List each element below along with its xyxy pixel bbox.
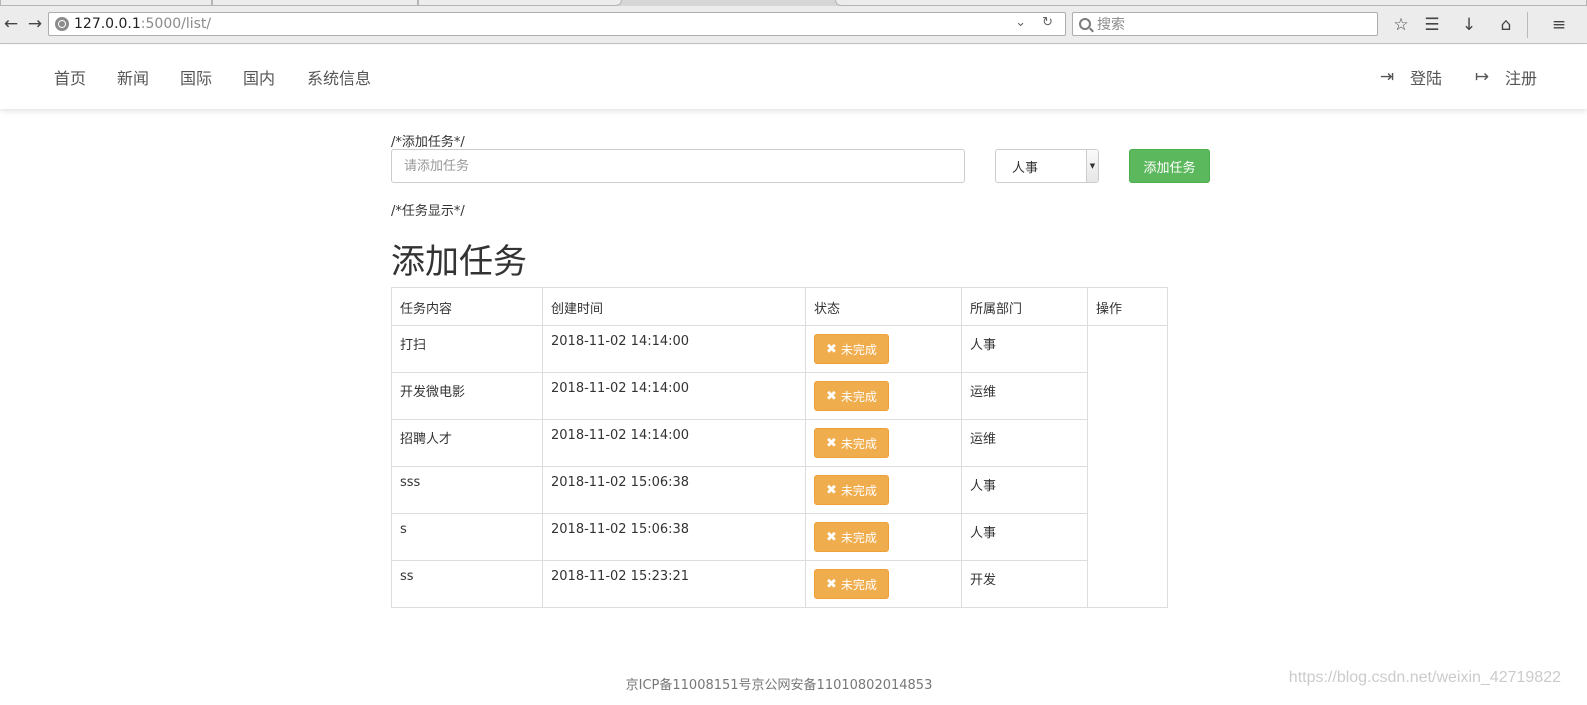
task-content: ss: [391, 560, 543, 608]
reload-icon[interactable]: ⌄ ↻: [1015, 15, 1059, 30]
department-selected-value: 人事: [1012, 160, 1039, 176]
url-path: :5000/list/: [140, 16, 212, 32]
back-arrow-icon[interactable]: ←: [0, 12, 22, 36]
task-department: 人事: [961, 466, 1088, 514]
login-link[interactable]: ⇥ 登陆: [1378, 65, 1442, 89]
forward-arrow-icon[interactable]: →: [24, 12, 46, 36]
header-status: 状态: [805, 287, 962, 326]
nav-domestic[interactable]: 国内: [243, 65, 275, 89]
task-status-cell: ✖ 未完成: [805, 560, 962, 608]
globe-icon: [55, 17, 69, 31]
log-in-icon: ⇥: [1379, 67, 1395, 87]
task-content: sss: [391, 466, 543, 514]
status-label: 未完成: [840, 436, 877, 451]
close-icon: ✖: [826, 482, 837, 498]
status-label: 未完成: [840, 389, 877, 404]
menu-icon[interactable]: ≡: [1548, 14, 1570, 36]
task-content: 招聘人才: [391, 419, 543, 467]
search-icon: [1079, 18, 1091, 30]
status-button[interactable]: ✖ 未完成: [814, 334, 889, 364]
site-navbar: 首页 新闻 国际 国内 系统信息 ⇥ 登陆 ↦ 注册: [0, 45, 1587, 109]
task-department: 人事: [961, 513, 1088, 561]
toolbar-separator: [1527, 12, 1528, 38]
task-created: 2018-11-02 15:06:38: [542, 466, 806, 514]
task-department: 开发: [961, 560, 1088, 608]
task-department: 运维: [961, 419, 1088, 467]
task-created: 2018-11-02 15:23:21: [542, 560, 806, 608]
register-label: 注册: [1505, 69, 1538, 88]
task-actions-cell: [1087, 325, 1168, 608]
task-content: 开发微电影: [391, 372, 543, 420]
task-content: s: [391, 513, 543, 561]
task-content: 打扫: [391, 325, 543, 373]
task-department: 运维: [961, 372, 1088, 420]
caret-down-icon: ▼: [1086, 150, 1098, 182]
task-department: 人事: [961, 325, 1088, 373]
task-display-comment: /*任务显示*/: [391, 204, 465, 219]
status-label: 未完成: [840, 483, 877, 498]
task-created: 2018-11-02 14:14:00: [542, 372, 806, 420]
browser-toolbar: ← → 127.0.0.1:5000/list/ ⌄ ↻ 搜索 ☆ ☰ ↓ ⌂ …: [0, 6, 1587, 44]
nav-home[interactable]: 首页: [54, 65, 86, 89]
task-status-cell: ✖ 未完成: [805, 513, 962, 561]
close-icon: ✖: [826, 576, 837, 592]
status-button[interactable]: ✖ 未完成: [814, 522, 889, 552]
table-row: 开发微电影 2018-11-02 14:14:00 ✖ 未完成 运维: [391, 372, 1168, 420]
nav-system-info[interactable]: 系统信息: [307, 65, 371, 89]
department-select[interactable]: 人事 ▼: [995, 149, 1099, 183]
add-task-button[interactable]: 添加任务: [1129, 149, 1210, 183]
close-icon: ✖: [826, 529, 837, 545]
browser-search-input[interactable]: 搜索: [1072, 12, 1378, 36]
nav-news[interactable]: 新闻: [117, 65, 149, 89]
close-icon: ✖: [826, 435, 837, 451]
header-created: 创建时间: [542, 287, 806, 326]
close-icon: ✖: [826, 388, 837, 404]
close-icon: ✖: [826, 341, 837, 357]
add-task-comment: /*添加任务*/: [391, 135, 465, 150]
browser-search-placeholder: 搜索: [1097, 17, 1125, 33]
task-status-cell: ✖ 未完成: [805, 325, 962, 373]
header-department: 所属部门: [961, 287, 1088, 326]
home-icon[interactable]: ⌂: [1495, 14, 1517, 36]
log-out-icon: ↦: [1474, 67, 1490, 87]
status-label: 未完成: [840, 530, 877, 545]
table-row: 招聘人才 2018-11-02 14:14:00 ✖ 未完成 运维: [391, 419, 1168, 467]
reading-list-icon[interactable]: ☰: [1421, 14, 1443, 36]
status-label: 未完成: [840, 342, 877, 357]
status-button[interactable]: ✖ 未完成: [814, 569, 889, 599]
page-heading: 添加任务: [391, 242, 527, 282]
task-created: 2018-11-02 14:14:00: [542, 419, 806, 467]
bookmark-star-icon[interactable]: ☆: [1390, 14, 1412, 36]
url-bar[interactable]: 127.0.0.1:5000/list/ ⌄ ↻: [48, 12, 1066, 36]
table-row: s 2018-11-02 15:06:38 ✖ 未完成 人事: [391, 513, 1168, 561]
status-label: 未完成: [840, 577, 877, 592]
task-table: 任务内容 创建时间 状态 所属部门 操作 打扫 2018-11-02 14:14…: [391, 287, 1168, 608]
url-host: 127.0.0.1: [74, 16, 141, 32]
task-status-cell: ✖ 未完成: [805, 466, 962, 514]
table-header-row: 任务内容 创建时间 状态 所属部门 操作: [391, 287, 1168, 326]
task-input[interactable]: [391, 149, 965, 183]
task-status-cell: ✖ 未完成: [805, 419, 962, 467]
header-actions: 操作: [1087, 287, 1168, 326]
task-status-cell: ✖ 未完成: [805, 372, 962, 420]
task-created: 2018-11-02 14:14:00: [542, 325, 806, 373]
task-created: 2018-11-02 15:06:38: [542, 513, 806, 561]
table-row: 打扫 2018-11-02 14:14:00 ✖ 未完成 人事: [391, 325, 1168, 608]
status-button[interactable]: ✖ 未完成: [814, 428, 889, 458]
table-row: ss 2018-11-02 15:23:21 ✖ 未完成 开发: [391, 560, 1168, 608]
register-link[interactable]: ↦ 注册: [1473, 65, 1537, 89]
login-label: 登陆: [1410, 69, 1443, 88]
nav-international[interactable]: 国际: [180, 65, 212, 89]
header-content: 任务内容: [391, 287, 543, 326]
watermark: https://blog.csdn.net/weixin_42719822: [1288, 669, 1561, 686]
download-icon[interactable]: ↓: [1458, 14, 1480, 36]
status-button[interactable]: ✖ 未完成: [814, 475, 889, 505]
table-row: sss 2018-11-02 15:06:38 ✖ 未完成 人事: [391, 466, 1168, 514]
status-button[interactable]: ✖ 未完成: [814, 381, 889, 411]
